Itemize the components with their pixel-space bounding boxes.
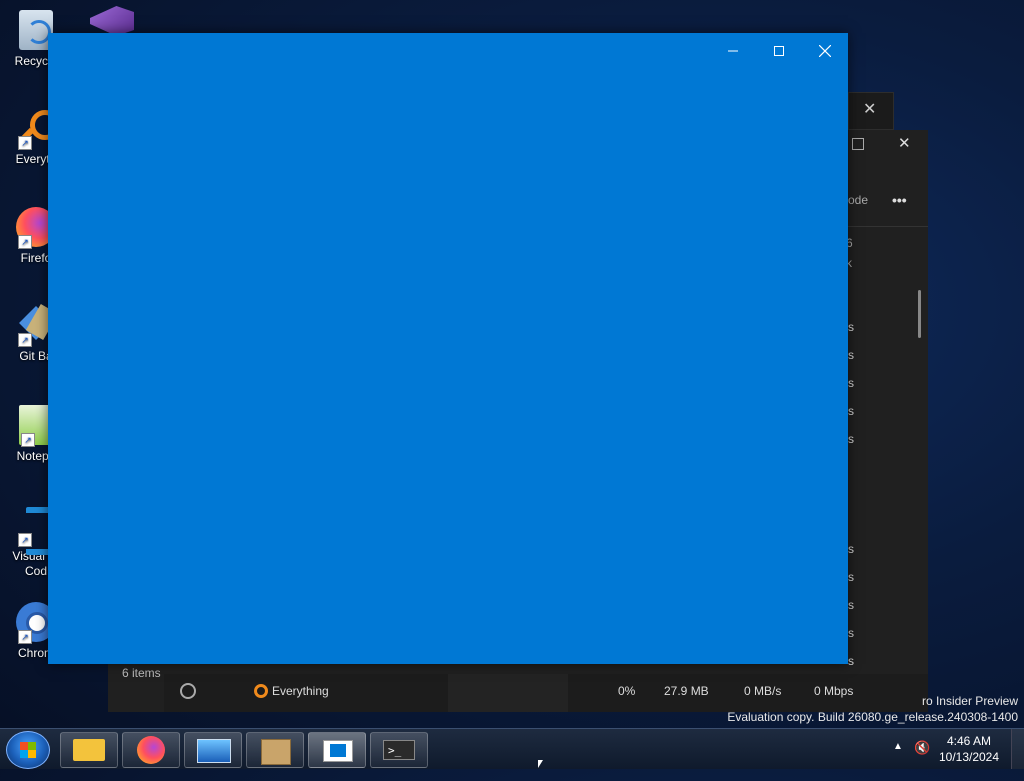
taskbar-package[interactable]: [246, 732, 304, 768]
taskbar-firefox[interactable]: [122, 732, 180, 768]
system-clock[interactable]: 4:46 AM 10/13/2024: [934, 733, 1004, 765]
process-memory: 27.9 MB: [664, 684, 709, 698]
package-icon: [261, 739, 291, 765]
window-icon: [323, 740, 353, 762]
taskbar-resource-monitor[interactable]: [184, 732, 242, 768]
everything-search-icon: [254, 684, 268, 698]
start-button[interactable]: [6, 731, 50, 769]
more-options-button[interactable]: •••: [892, 192, 907, 208]
row-value: s: [848, 654, 854, 668]
maximize-button[interactable]: [756, 35, 802, 65]
minimize-icon: [728, 50, 738, 52]
settings-icon[interactable]: [180, 683, 196, 699]
tray-overflow-icon[interactable]: ▲: [893, 741, 903, 781]
background-window-back[interactable]: ✕: [848, 92, 894, 130]
status-items-count: 6 items: [122, 666, 161, 680]
shortcut-arrow-icon: ↗: [18, 235, 32, 249]
taskbar-terminal[interactable]: >_: [370, 732, 428, 768]
maximize-icon[interactable]: [852, 138, 864, 150]
show-desktop-button[interactable]: [1011, 729, 1024, 769]
monitor-graph-icon: [197, 739, 231, 763]
minimize-button[interactable]: [710, 35, 756, 65]
scrollbar[interactable]: [918, 290, 921, 338]
shortcut-arrow-icon: ↗: [18, 533, 32, 547]
row-value: s: [848, 570, 854, 584]
taskbar: >_ ▲ 🔇 4:46 AM 10/13/2024: [0, 728, 1024, 769]
folder-icon: [73, 739, 105, 761]
close-icon: [818, 44, 832, 58]
maximize-icon: [774, 46, 784, 57]
windows-logo-icon: [20, 742, 36, 758]
shortcut-arrow-icon: ↗: [18, 136, 32, 150]
watermark-line2: Evaluation copy. Build 26080.ge_release.…: [727, 710, 1018, 724]
taskbar-file-explorer[interactable]: [60, 732, 118, 768]
mouse-cursor-icon: [538, 760, 543, 768]
shortcut-arrow-icon: ↗: [18, 333, 32, 347]
close-icon[interactable]: ✕: [898, 134, 911, 152]
process-row[interactable]: Everything 0% 27.9 MB 0 MB/s 0 Mbps: [164, 674, 928, 712]
row-value: s: [848, 626, 854, 640]
shortcut-arrow-icon: ↗: [18, 630, 32, 644]
row-value: s: [848, 348, 854, 362]
row-value: s: [848, 432, 854, 446]
close-button[interactable]: [802, 35, 848, 65]
close-icon[interactable]: ✕: [863, 99, 876, 119]
volume-muted-icon[interactable]: 🔇: [914, 740, 930, 780]
row-value: s: [848, 404, 854, 418]
terminal-icon: >_: [383, 740, 415, 760]
clock-time: 4:46 AM: [946, 734, 992, 748]
toolbar-partial-label: ode: [848, 193, 869, 207]
shortcut-arrow-icon: ↗: [21, 433, 35, 447]
row-value: s: [848, 542, 854, 556]
process-name: Everything: [272, 684, 329, 698]
firefox-icon: [137, 736, 165, 764]
watermark-line1: ro Insider Preview: [921, 694, 1018, 708]
clock-date: 10/13/2024: [938, 750, 1000, 764]
process-network: 0 Mbps: [814, 684, 854, 698]
row-value: s: [848, 598, 854, 612]
visual-studio-icon: [90, 6, 134, 36]
row-value: s: [848, 376, 854, 390]
row-value: s: [848, 320, 854, 334]
blue-app-window[interactable]: [48, 33, 848, 664]
process-cpu: 0%: [618, 684, 636, 698]
taskbar-app-window[interactable]: [308, 732, 366, 768]
process-disk: 0 MB/s: [744, 684, 782, 698]
